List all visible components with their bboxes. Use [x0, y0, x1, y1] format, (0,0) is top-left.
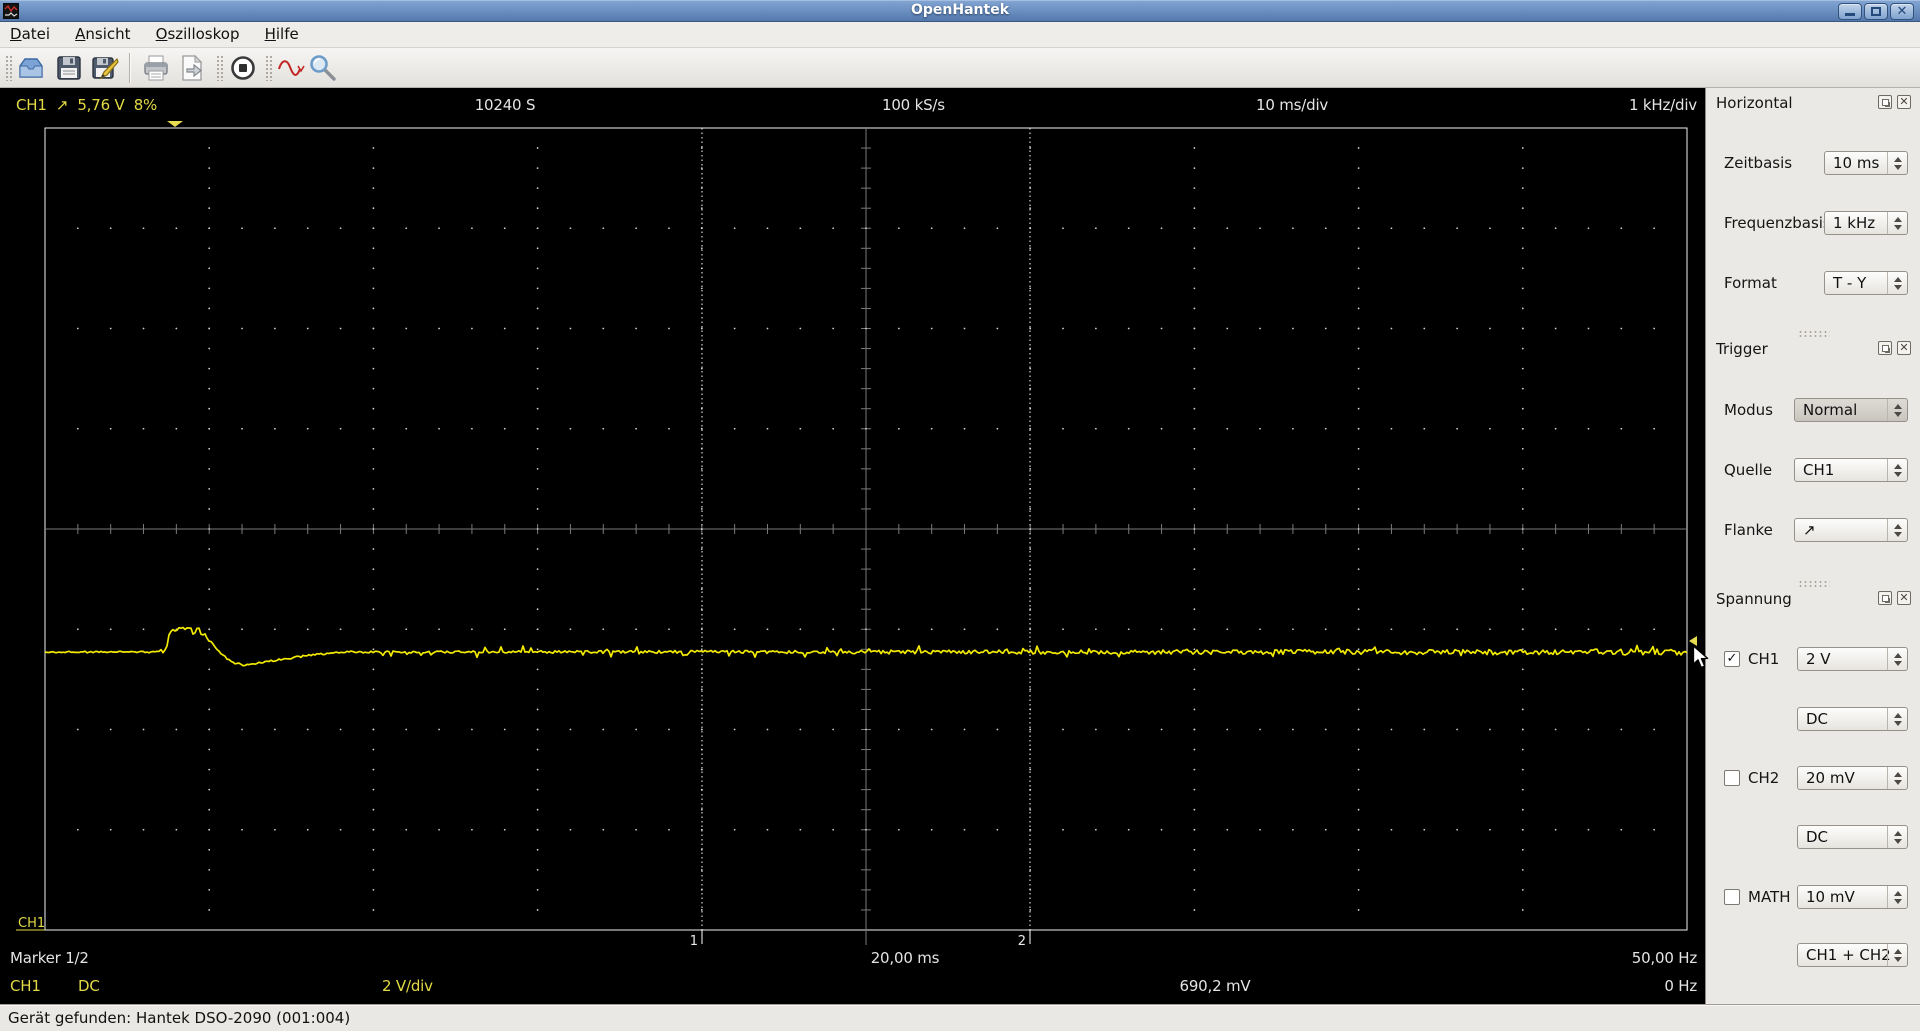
- ch1-coupling-select[interactable]: DC: [1797, 707, 1908, 731]
- horizontal-panel-title: Horizontal: [1716, 94, 1793, 112]
- frequenzbasis-select[interactable]: 1 kHz: [1824, 211, 1908, 235]
- format-select[interactable]: T - Y: [1824, 271, 1908, 295]
- menubar: Datei Ansicht Oszilloskop Hilfe: [0, 22, 1920, 48]
- oscilloscope-display[interactable]: CH1 ↗ 5,76 V 8% 10240 S 100 kS/s 10 ms/d…: [0, 88, 1705, 1004]
- channel-gain-label: 2 V/div: [382, 977, 433, 995]
- math-checkbox[interactable]: [1724, 889, 1740, 905]
- spinner-arrows-icon[interactable]: [1887, 212, 1907, 234]
- flanke-label: Flanke: [1724, 521, 1773, 539]
- trigger-source-select[interactable]: CH1: [1794, 458, 1908, 482]
- mouse-cursor: [1692, 645, 1709, 669]
- marker-label: Marker 1/2: [10, 949, 89, 967]
- menu-ansicht[interactable]: Ansicht: [65, 22, 140, 48]
- device-status-text: Gerät gefunden: Hantek DSO-2090 (001:004…: [8, 1009, 351, 1027]
- save-as-icon[interactable]: [90, 53, 120, 83]
- format-label: Format: [1724, 274, 1777, 292]
- marker-frequency-label: 50,00 Hz: [1631, 949, 1697, 967]
- zeitbasis-select[interactable]: 10 ms: [1824, 151, 1908, 175]
- channel-frequency-label: 0 Hz: [1664, 977, 1697, 995]
- marker-time-label: 20,00 ms: [870, 949, 940, 967]
- spinner-arrows-icon[interactable]: [1887, 944, 1907, 966]
- trigger-dock-grip[interactable]: [1798, 330, 1830, 337]
- channel-coupling-label: DC: [78, 977, 100, 995]
- horizontal-close-button[interactable]: ✕: [1897, 95, 1911, 109]
- ch2-coupling-select[interactable]: DC: [1797, 825, 1908, 849]
- export-page-icon[interactable]: [177, 53, 207, 83]
- record-stop-icon[interactable]: [228, 53, 258, 83]
- titlebar[interactable]: OpenHantek ✕: [0, 0, 1920, 22]
- trigger-mode-select[interactable]: Normal: [1794, 398, 1908, 422]
- maximize-button[interactable]: [1864, 3, 1888, 20]
- spinner-arrows-icon[interactable]: [1887, 399, 1907, 421]
- menu-oszilloskop[interactable]: Oszilloskop: [146, 22, 250, 48]
- ch1-gain-select[interactable]: 2 V: [1797, 647, 1908, 671]
- ch2-label: CH2: [1748, 769, 1780, 787]
- zeitbasis-label: Zeitbasis: [1724, 154, 1793, 172]
- trigger-slope-select[interactable]: ↗: [1794, 518, 1908, 542]
- statusbar: Gerät gefunden: Hantek DSO-2090 (001:004…: [0, 1004, 1920, 1031]
- spinner-arrows-icon[interactable]: [1887, 519, 1907, 541]
- toolbar-separator: [129, 53, 130, 83]
- spinner-arrows-icon[interactable]: [1887, 886, 1907, 908]
- voltage-dock-grip[interactable]: [1798, 580, 1830, 587]
- menu-hilfe[interactable]: Hilfe: [255, 22, 309, 48]
- close-button[interactable]: ✕: [1890, 3, 1914, 20]
- ch2-checkbox[interactable]: [1724, 770, 1740, 786]
- window-title: OpenHantek: [910, 2, 1009, 18]
- spinner-arrows-icon[interactable]: [1887, 826, 1907, 848]
- zoom-icon[interactable]: [308, 53, 338, 83]
- svg-text:2: 2: [1018, 934, 1026, 949]
- openhantek-window: OpenHantek ✕ Datei Ansicht Oszilloskop H…: [0, 0, 1920, 1031]
- save-icon[interactable]: [54, 53, 84, 83]
- frequenzbasis-label: Frequenzbasis: [1724, 214, 1831, 232]
- voltage-close-button[interactable]: ✕: [1897, 591, 1911, 605]
- spinner-arrows-icon[interactable]: [1887, 459, 1907, 481]
- spinner-arrows-icon[interactable]: [1887, 708, 1907, 730]
- voltage-float-button[interactable]: [1878, 591, 1892, 605]
- graticule-canvas[interactable]: 1 2 CH1: [0, 88, 1705, 1004]
- toolbar-grip[interactable]: [265, 55, 273, 81]
- trigger-panel-title: Trigger: [1716, 340, 1768, 358]
- modus-label: Modus: [1724, 401, 1773, 419]
- spinner-arrows-icon[interactable]: [1887, 272, 1907, 294]
- math-mode-select[interactable]: CH1 + CH2: [1797, 943, 1908, 967]
- ch1-label: CH1: [1748, 650, 1780, 668]
- quelle-label: Quelle: [1724, 461, 1773, 479]
- settings-dock-area: Horizontal ✕ Zeitbasis 10 ms Frequenzbas…: [1705, 88, 1920, 1004]
- minimize-button[interactable]: [1838, 3, 1862, 20]
- math-gain-select[interactable]: 10 mV: [1797, 885, 1908, 909]
- voltage-panel-title: Spannung: [1716, 590, 1792, 608]
- print-icon[interactable]: [141, 53, 171, 83]
- svg-text:1: 1: [690, 934, 698, 949]
- horizontal-float-button[interactable]: [1878, 95, 1892, 109]
- voltage-wave-icon[interactable]: [276, 53, 306, 83]
- trigger-close-button[interactable]: ✕: [1897, 341, 1911, 355]
- channel-amplitude-label: 690,2 mV: [1179, 977, 1251, 995]
- toolbar-grip[interactable]: [216, 55, 224, 81]
- menu-datei[interactable]: Datei: [0, 22, 60, 48]
- trigger-float-button[interactable]: [1878, 341, 1892, 355]
- ch2-gain-select[interactable]: 20 mV: [1797, 766, 1908, 790]
- channel-name-label: CH1: [10, 977, 41, 995]
- spinner-arrows-icon[interactable]: [1887, 152, 1907, 174]
- spinner-arrows-icon[interactable]: [1887, 767, 1907, 789]
- spinner-arrows-icon[interactable]: [1887, 648, 1907, 670]
- math-label: MATH: [1748, 888, 1791, 906]
- toolbar: [0, 48, 1920, 88]
- svg-text:CH1: CH1: [18, 916, 45, 931]
- ch1-checkbox[interactable]: ✓: [1724, 651, 1740, 667]
- toolbar-grip[interactable]: [5, 55, 13, 81]
- open-file-icon[interactable]: [16, 53, 46, 83]
